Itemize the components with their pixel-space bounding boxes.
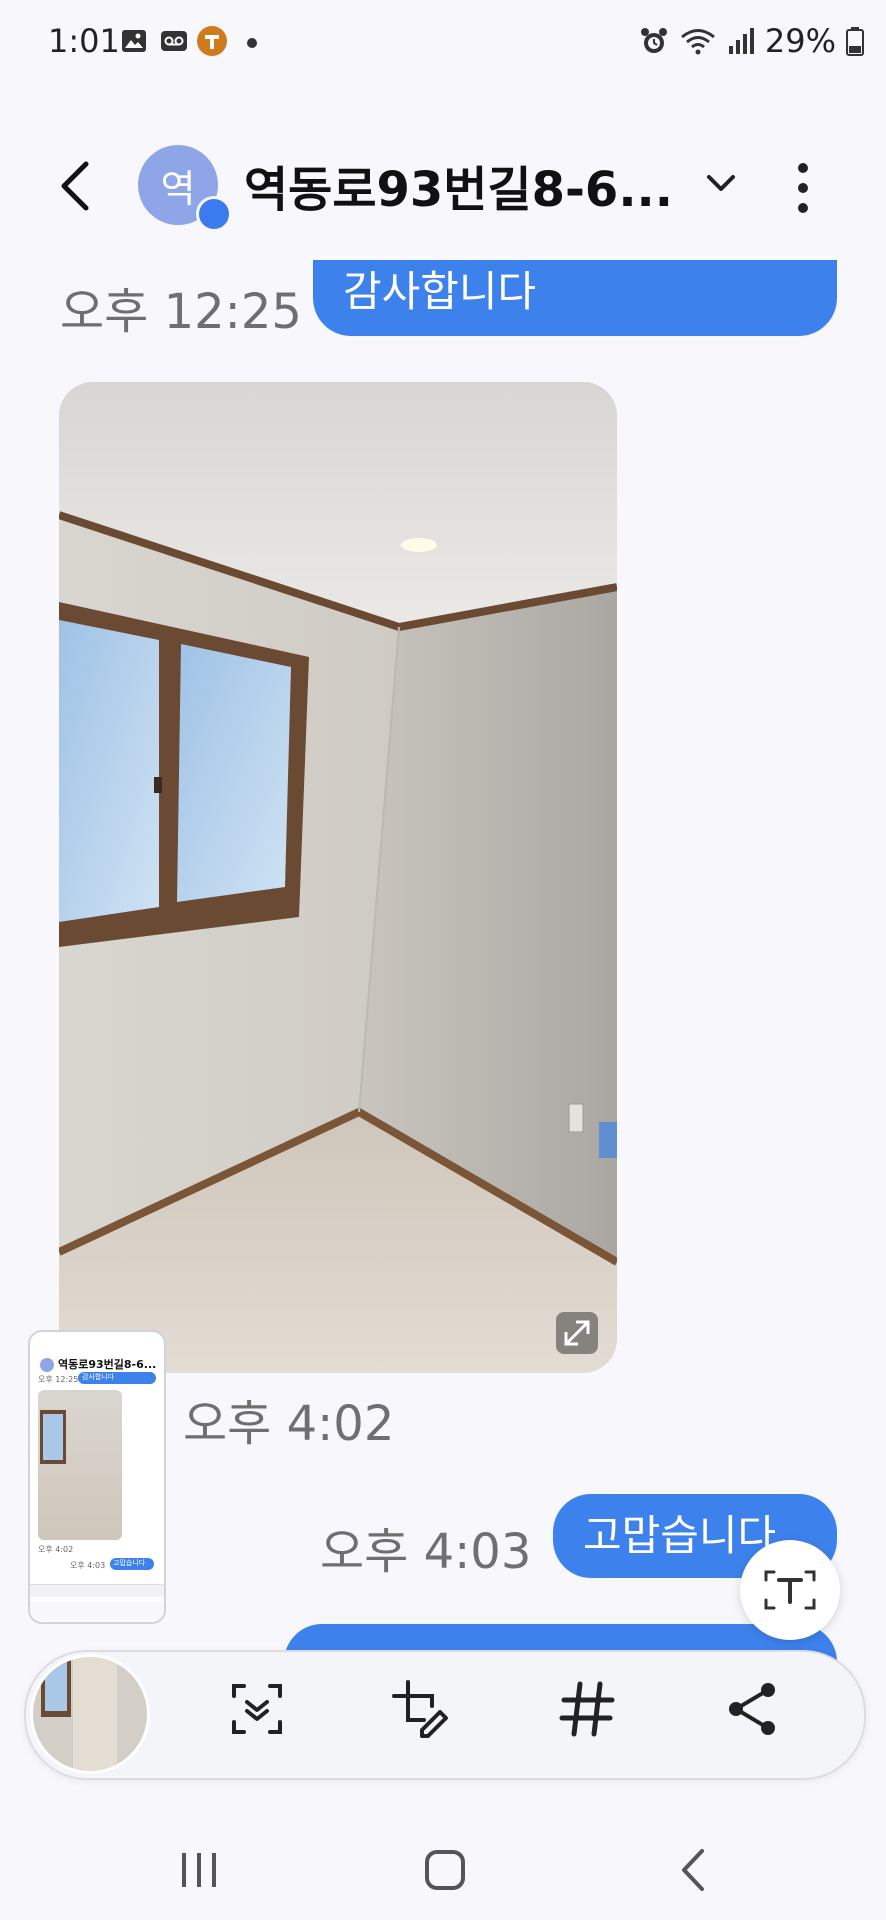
thumb-time: 오후 4:03 [70, 1561, 106, 1570]
recent-apps-icon[interactable] [174, 1845, 224, 1895]
thumb-input-bar [30, 1584, 164, 1597]
share-icon[interactable] [724, 1680, 782, 1738]
expand-icon[interactable] [556, 1312, 598, 1354]
thumb-time: 오후 12:25 [38, 1375, 79, 1384]
screenshot-preview[interactable]: 역동로93번길8-6... 오후 12:25 감사합니다 오후 4:02 오후 … [28, 1330, 166, 1624]
thumb-bubble: 감사합니다 [78, 1372, 156, 1384]
chevron-down-icon[interactable] [704, 168, 738, 198]
status-right-group: 29% [639, 22, 864, 60]
conversation-title[interactable]: 역동로93번길8-6... [244, 150, 673, 220]
thumb-avatar [40, 1358, 54, 1372]
scroll-capture-icon[interactable] [228, 1680, 286, 1738]
voicemail-icon [161, 31, 187, 51]
nav-back-icon[interactable] [670, 1845, 720, 1895]
alarm-icon [640, 28, 667, 53]
message-time: 오후 12:25 [60, 284, 302, 340]
thumbnail-photo [33, 1657, 147, 1771]
status-time: 1:01 [48, 22, 120, 60]
image-icon [122, 30, 146, 52]
message-time: 오후 4:03 [320, 1524, 532, 1580]
wifi-icon [680, 29, 715, 55]
t-app-icon [197, 26, 227, 56]
back-button[interactable] [56, 158, 96, 214]
text-extract-button[interactable] [740, 1540, 840, 1640]
thumb-bubble: 고맙습니다 [110, 1558, 154, 1570]
edit-crop-icon[interactable] [392, 1680, 450, 1738]
thumb-time: 오후 4:02 [38, 1545, 74, 1554]
home-icon[interactable] [420, 1845, 470, 1895]
room-photo[interactable] [59, 382, 617, 1373]
dot-icon [247, 38, 257, 48]
message-bubble[interactable]: 감사합니다 [313, 260, 837, 336]
thumb-nav-bar [30, 1602, 164, 1620]
hashtag-icon[interactable] [558, 1680, 616, 1738]
text-scan-icon [764, 1570, 816, 1610]
thumb-title: 역동로93번길8-6... [58, 1358, 157, 1371]
battery-icon [846, 27, 864, 56]
screenshot-thumbnail-button[interactable] [30, 1654, 150, 1774]
signal-icon [728, 28, 754, 54]
battery-percent: 29% [764, 22, 836, 60]
message-time: 오후 4:02 [183, 1396, 395, 1452]
more-options-icon[interactable] [788, 160, 818, 216]
thumb-photo [38, 1390, 122, 1540]
chat-badge-icon [196, 196, 232, 232]
